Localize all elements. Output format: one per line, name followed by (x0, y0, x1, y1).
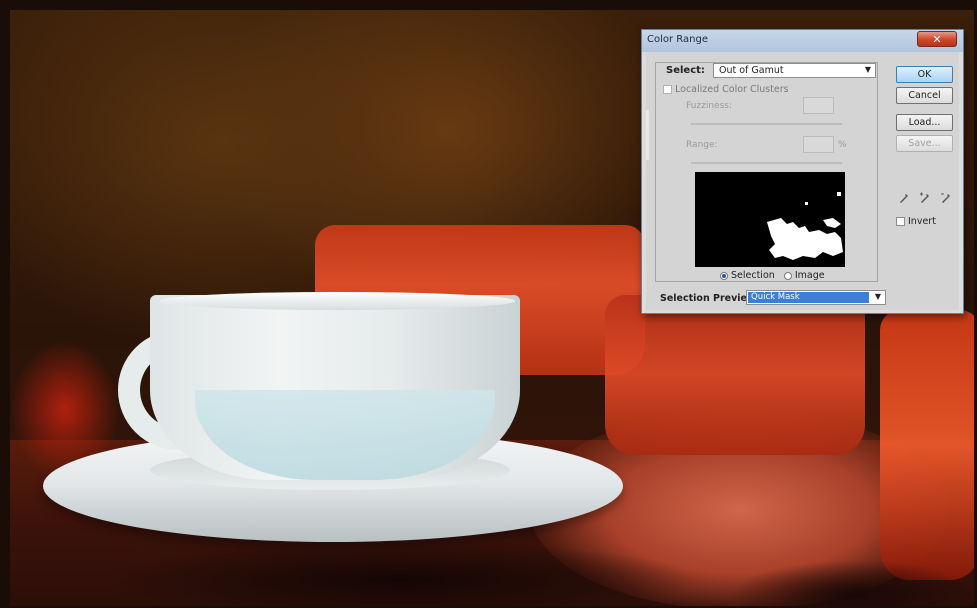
localized-label: Localized Color Clusters (675, 84, 789, 95)
red-glass-middle (605, 295, 865, 455)
range-field[interactable] (803, 136, 834, 153)
red-glass-right (880, 310, 974, 580)
mask-preview-icon (695, 172, 845, 267)
eyedropper-plus-icon[interactable] (919, 192, 940, 207)
close-button[interactable]: ✕ (917, 31, 957, 47)
load-button[interactable]: Load... (896, 114, 953, 131)
select-value: Out of Gamut (719, 65, 784, 76)
dialog-body: Select: Out of Gamut ▼ Localized Color C… (646, 52, 959, 310)
selection-preview-dropdown[interactable]: Quick Mask ▼ (746, 290, 886, 305)
preview-mode-radios: Selection Image (720, 270, 825, 281)
selection-preview-thumbnail (695, 172, 845, 267)
localized-color-clusters[interactable]: Localized Color Clusters (663, 84, 789, 95)
options-group: Select: Out of Gamut ▼ Localized Color C… (655, 62, 878, 282)
dialog-title: Color Range (647, 34, 708, 45)
cup-rim (160, 292, 515, 310)
fuzziness-slider[interactable] (691, 123, 842, 125)
select-label: Select: (666, 65, 705, 76)
chevron-down-icon: ▼ (874, 292, 881, 301)
radio-selection[interactable]: Selection (720, 270, 775, 281)
range-label: Range: (686, 140, 718, 150)
chevron-down-icon: ▼ (864, 65, 871, 74)
fuzziness-field[interactable] (803, 97, 834, 114)
ok-button[interactable]: OK (896, 66, 953, 83)
invert-label: Invert (908, 216, 936, 227)
save-button[interactable]: Save... (896, 135, 953, 152)
invert-option[interactable]: Invert (896, 216, 936, 227)
eyedropper-tools (898, 192, 952, 207)
selection-preview-value: Quick Mask (748, 292, 869, 303)
invert-checkbox[interactable] (896, 217, 905, 226)
range-unit: % (838, 140, 847, 150)
dialog-titlebar[interactable]: Color Range ✕ (642, 30, 963, 52)
left-edge-strip (646, 110, 649, 160)
color-range-dialog: Color Range ✕ Select: Out of Gamut ▼ Loc… (641, 29, 964, 314)
radio-selection-label: Selection (731, 270, 775, 281)
eyedropper-minus-icon[interactable] (940, 193, 952, 207)
radio-selection-icon[interactable] (720, 271, 728, 280)
localized-checkbox[interactable] (663, 85, 672, 94)
selection-preview-label: Selection Preview: (660, 293, 760, 304)
select-dropdown[interactable]: Out of Gamut ▼ (713, 63, 876, 78)
radio-image[interactable]: Image (783, 270, 825, 281)
radio-image-icon[interactable] (783, 271, 792, 280)
eyedropper-icon[interactable] (898, 193, 919, 207)
fuzziness-label: Fuzziness: (686, 101, 732, 111)
radio-image-label: Image (794, 270, 825, 281)
range-slider[interactable] (691, 162, 842, 164)
cancel-button[interactable]: Cancel (896, 87, 953, 104)
close-icon: ✕ (932, 33, 942, 46)
